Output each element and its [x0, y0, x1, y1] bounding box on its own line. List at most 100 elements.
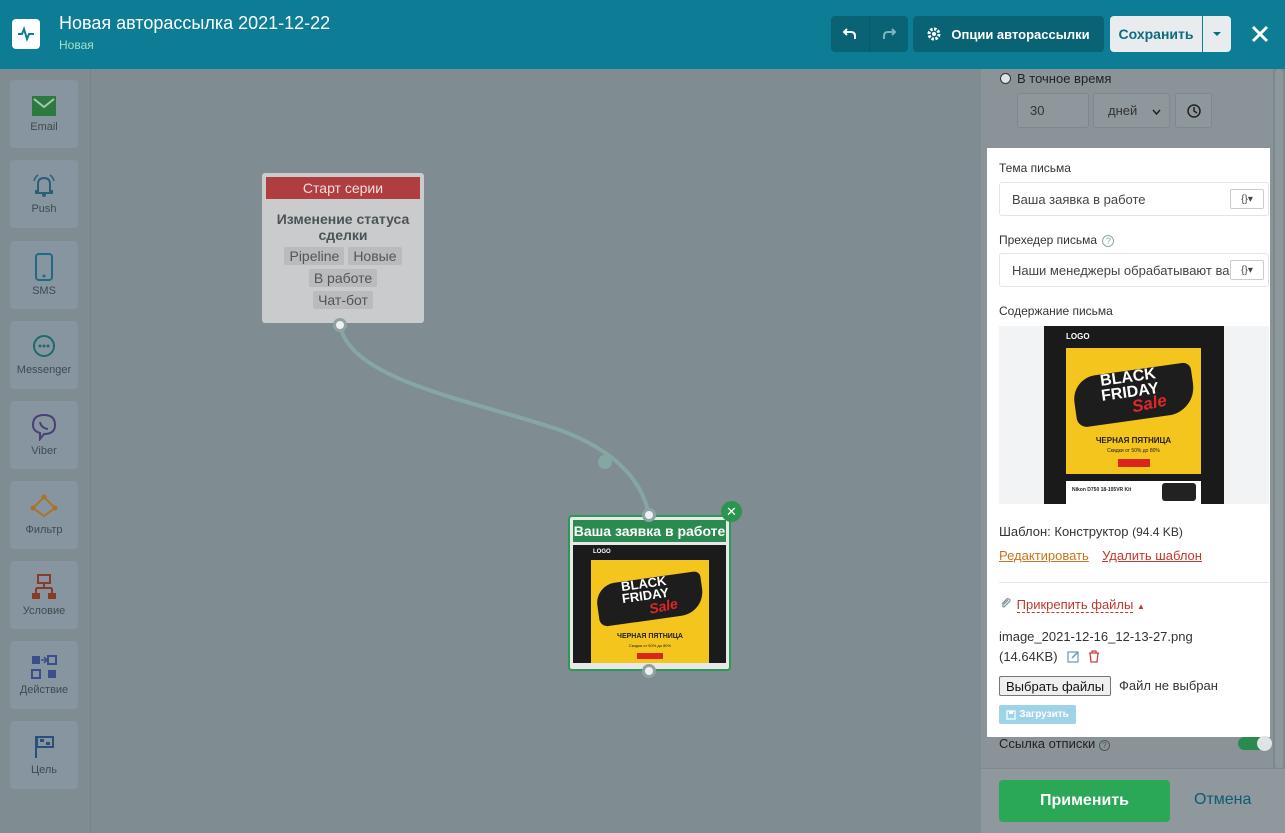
- trash-icon[interactable]: [1088, 650, 1100, 663]
- tag: Новые: [348, 247, 402, 265]
- redo-icon: [883, 28, 897, 39]
- bell-icon: [33, 174, 55, 197]
- tool-sms[interactable]: SMS: [10, 241, 78, 309]
- top-header: Новая авторассылка 2021-12-22 Новая Опци…: [0, 0, 1285, 69]
- help-icon[interactable]: ?: [1102, 235, 1115, 247]
- preview-headline: ЧЕРНАЯ ПЯТНИЦА: [1095, 436, 1172, 445]
- undo-icon: [842, 28, 856, 39]
- attach-files-toggle[interactable]: Прикрепить файлы ▲: [999, 597, 1145, 613]
- template-info: Шаблон: Конструктор (94.4 KB): [999, 524, 1183, 539]
- tool-messenger[interactable]: Messenger: [10, 321, 78, 389]
- close-button[interactable]: [1244, 16, 1276, 52]
- thumb-discount: Скидки от 50% до 80%: [628, 643, 672, 648]
- tool-action[interactable]: Действие: [10, 641, 78, 709]
- preheader-variables-button[interactable]: {}▾: [1230, 260, 1264, 280]
- attached-file-name: image_2021-12-16_12-13-27.png: [999, 629, 1193, 644]
- paperclip-icon: [1001, 598, 1011, 608]
- tool-label: SMS: [32, 285, 56, 297]
- delete-template-link[interactable]: Удалить шаблон: [1102, 548, 1202, 563]
- content-label: Содержание письма: [999, 304, 1113, 318]
- tool-filter[interactable]: Фильтр: [10, 481, 78, 549]
- thumb-headline: ЧЕРНАЯ ПЯТНИЦА: [617, 633, 683, 640]
- preview-discount: Скидки от 50% до 80%: [1107, 448, 1160, 454]
- delay-amount-input[interactable]: 30: [1017, 93, 1089, 128]
- exact-time-label: В точное время: [1017, 71, 1112, 86]
- unsubscribe-toggle[interactable]: [1238, 736, 1272, 751]
- preview-product: Nikon D750 18-105VR Kit: [1072, 487, 1132, 493]
- panel-scrollbar[interactable]: [1273, 69, 1285, 769]
- options-button[interactable]: Опции авторассылки: [913, 16, 1104, 52]
- template-size: (94.4 KB): [1132, 525, 1183, 539]
- scrollbar-thumb[interactable]: [1275, 69, 1283, 769]
- tool-label: Цель: [30, 764, 58, 776]
- subject-label: Тема письма: [999, 161, 1071, 175]
- email-preview[interactable]: LOGO BLACK FRIDAY Sale ЧЕРНАЯ ПЯТНИЦА Ски…: [999, 326, 1269, 504]
- subject-variables-button[interactable]: {}▾: [1230, 189, 1264, 209]
- thumb-logo: LOGO: [593, 549, 611, 555]
- tool-viber[interactable]: Viber: [10, 401, 78, 469]
- email-output-port[interactable]: [642, 664, 656, 678]
- thumb-cta: [637, 653, 663, 659]
- chat-icon: [33, 335, 55, 357]
- page-title: Новая авторассылка 2021-12-22: [59, 13, 331, 33]
- divider: [999, 582, 1269, 583]
- tool-label: Messenger: [16, 364, 72, 376]
- tool-goal[interactable]: Цель: [10, 721, 78, 789]
- apply-button[interactable]: Применить: [999, 780, 1170, 822]
- tool-label: Push: [31, 203, 57, 215]
- preheader-input[interactable]: Наши менеджеры обрабатывают ва {}▾: [999, 253, 1269, 287]
- unsubscribe-label-text: Ссылка отписки: [999, 736, 1096, 751]
- tool-email[interactable]: Email: [10, 80, 78, 148]
- tool-push[interactable]: Push: [10, 160, 78, 228]
- subject-input[interactable]: Ваша заявка в работе {}▾: [999, 182, 1269, 216]
- chevron-down-icon: [1152, 109, 1161, 115]
- filter-icon: [30, 494, 58, 518]
- email-icon: [32, 96, 56, 116]
- email-node-thumbnail: LOGO BLACK FRIDAY Sale ЧЕРНАЯ ПЯТНИЦА Ски…: [573, 545, 726, 663]
- time-picker-button[interactable]: [1175, 93, 1212, 128]
- preview-product-block: Nikon D750 18-105VR Kit: [1066, 481, 1201, 504]
- chevron-down-icon: [1213, 32, 1221, 36]
- app-logo-icon[interactable]: [12, 19, 40, 49]
- redo-button[interactable]: [869, 16, 908, 52]
- email-settings-card: Тема письма Ваша заявка в работе {}▾ Пре…: [987, 148, 1270, 737]
- tool-label: Действие: [19, 684, 69, 696]
- tool-condition[interactable]: Условие: [10, 561, 78, 629]
- subject-value: Ваша заявка в работе: [1012, 191, 1146, 207]
- upload-button[interactable]: Загрузить: [999, 705, 1076, 724]
- status-label: Новая: [59, 38, 94, 52]
- save-dropdown-button[interactable]: [1203, 16, 1231, 52]
- node-close-button[interactable]: ✕: [721, 501, 742, 522]
- save-icon: [1006, 709, 1016, 720]
- toggle-knob: [1257, 736, 1272, 751]
- edit-template-link[interactable]: Редактировать: [999, 548, 1089, 563]
- undo-button[interactable]: [831, 16, 869, 52]
- start-output-port[interactable]: [333, 318, 347, 332]
- preview-cta: [1118, 459, 1150, 467]
- tag: В работе: [308, 269, 378, 287]
- save-button[interactable]: Сохранить: [1110, 16, 1202, 52]
- edit-icon[interactable]: [1067, 650, 1080, 663]
- tool-sidebar: Email Push SMS Messenger Viber Фильтр Ус…: [0, 69, 91, 833]
- phone-icon: [35, 253, 53, 281]
- help-icon[interactable]: ?: [1098, 740, 1110, 751]
- tool-label: Фильтр: [25, 524, 63, 536]
- start-node-tags: Pipeline Новые В работе: [262, 243, 424, 287]
- delay-unit-value: дней: [1108, 103, 1138, 118]
- clock-icon: [1186, 103, 1201, 118]
- goal-flag-icon: [35, 736, 54, 758]
- close-icon: [1251, 25, 1269, 43]
- choose-files-button[interactable]: Выбрать файлы: [999, 676, 1112, 696]
- tag: Pipeline: [284, 247, 345, 265]
- email-node[interactable]: Ваша заявка в работе LOGO BLACK FRIDAY Sa…: [568, 515, 731, 671]
- start-node[interactable]: Старт серии Изменение статуса сделки Pip…: [262, 173, 424, 323]
- tag: Чат-бот: [313, 291, 373, 309]
- cancel-button[interactable]: Отмена: [1194, 791, 1251, 809]
- preview-camera: [1162, 483, 1196, 501]
- preview-frame: LOGO BLACK FRIDAY Sale ЧЕРНАЯ ПЯТНИЦА Ски…: [1044, 326, 1224, 504]
- unsubscribe-label: Ссылка отписки ?: [999, 736, 1110, 751]
- start-node-tags-row2: Чат-бот: [262, 287, 424, 309]
- exact-time-radio[interactable]: [1000, 73, 1011, 84]
- delay-unit-select[interactable]: дней: [1093, 93, 1170, 128]
- email-input-port[interactable]: [642, 508, 656, 522]
